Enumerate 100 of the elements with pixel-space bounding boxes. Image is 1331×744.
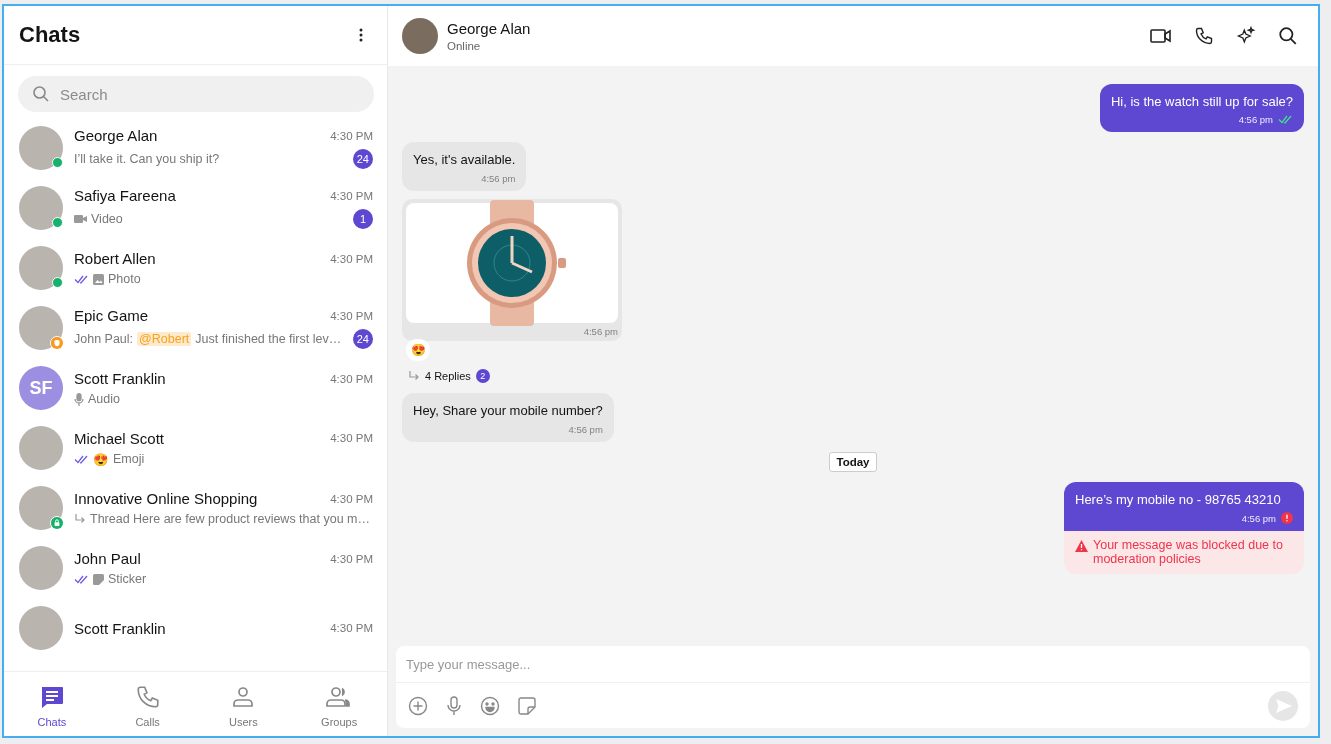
avatar-photo-placeholder bbox=[19, 306, 63, 350]
chat-list-item[interactable]: John Paul 4:30 PM Sticker bbox=[4, 538, 387, 598]
message-time: 4:30 PM bbox=[330, 309, 373, 322]
chat-list-item[interactable]: Epic Game 4:30 PM John Paul: @Robert Just finished the first lev… 24 bbox=[4, 298, 387, 358]
message-time: 4:56 pm bbox=[481, 173, 516, 184]
contact-name: Scott Franklin bbox=[74, 619, 166, 637]
microphone-button[interactable] bbox=[444, 693, 464, 718]
contact-name: Robert Allen bbox=[74, 250, 156, 267]
contact-name: John Paul bbox=[74, 550, 141, 567]
message-preview: Video bbox=[91, 212, 123, 226]
sticker-icon bbox=[518, 696, 536, 715]
message-preview: Audio bbox=[88, 392, 120, 406]
avatar-photo-placeholder bbox=[402, 18, 438, 54]
message-text: Yes, it's available. bbox=[413, 152, 516, 167]
chat-list-item[interactable]: George Alan 4:30 PM I’ll take it. Can you ship it? 24 bbox=[4, 118, 387, 178]
sparkle-icon bbox=[1236, 26, 1256, 46]
avatar-photo-placeholder bbox=[19, 486, 63, 530]
message-time: 4:30 PM bbox=[330, 432, 373, 444]
nav-tab[interactable]: Calls bbox=[99, 672, 196, 736]
contact-name: Scott Franklin bbox=[74, 370, 166, 387]
microphone-icon bbox=[74, 392, 84, 406]
sticker-button[interactable] bbox=[516, 694, 538, 717]
warning-icon bbox=[1075, 540, 1088, 552]
emoji: 😍 bbox=[93, 451, 109, 467]
date-separator: Today bbox=[829, 452, 877, 472]
online-status-dot bbox=[52, 157, 63, 168]
message-text: Here’s my mobile no - 98765 43210 bbox=[1075, 492, 1282, 507]
lock-icon bbox=[50, 516, 64, 530]
contact-name: Epic Game bbox=[74, 307, 149, 324]
search-icon bbox=[1278, 26, 1298, 46]
avatar-photo-placeholder bbox=[19, 606, 63, 650]
message-text: Hey, Share your mobile number? bbox=[413, 403, 603, 418]
nav-tab[interactable]: Users bbox=[195, 672, 292, 736]
reaction-emoji: 😍 bbox=[406, 339, 430, 361]
phone-icon bbox=[1194, 26, 1214, 46]
presence-status: Online bbox=[447, 40, 482, 52]
online-status-dot bbox=[52, 217, 63, 228]
avatar-photo-placeholder bbox=[19, 546, 63, 590]
contact-name: George Alan bbox=[447, 20, 532, 37]
contact-name: Safiya Fareena bbox=[74, 187, 176, 204]
search-input[interactable]: Search bbox=[58, 84, 360, 104]
message-preview: Thread Here are few product reviews that you m… bbox=[90, 512, 370, 526]
chat-list-item[interactable]: SF Scott Franklin 4:30 PM Audio bbox=[4, 358, 387, 418]
reply-arrow-icon bbox=[408, 370, 420, 382]
phone-icon bbox=[134, 684, 161, 710]
unread-count-badge: 24 bbox=[352, 149, 373, 169]
mention-tag: @Robert bbox=[137, 332, 192, 346]
message-preview: Sticker bbox=[108, 572, 147, 586]
blocked-message-notice: Your message was blocked due to moderation policies bbox=[1093, 538, 1284, 566]
chat-list-item[interactable]: Robert Allen 4:30 PM Photo bbox=[4, 238, 387, 298]
message-time: 4:30 PM bbox=[330, 129, 373, 142]
message-time: 4:30 PM bbox=[330, 372, 373, 385]
message-time: 4:30 PM bbox=[330, 189, 373, 202]
message-time: 4:56 pm bbox=[1238, 114, 1273, 125]
microphone-icon bbox=[446, 695, 462, 716]
smiley-icon bbox=[480, 695, 500, 716]
message-text: Hi, is the watch still up for sale? bbox=[1110, 94, 1293, 109]
chat-list-item[interactable]: Scott Franklin 4:30 PM bbox=[4, 598, 387, 658]
replies-link[interactable]: 4 Replies 2 bbox=[402, 363, 490, 383]
plus-icon bbox=[408, 695, 428, 716]
message-input[interactable]: Type your message... bbox=[406, 656, 1300, 672]
message-time: 4:30 PM bbox=[330, 492, 373, 505]
message-time: 4:56 pm bbox=[1241, 512, 1276, 524]
search-bar[interactable]: Search bbox=[18, 76, 374, 112]
chat-list-item[interactable]: Innovative Online Shopping 4:30 PM Thread Here are few product reviews that you m… bbox=[4, 478, 387, 538]
sticker-icon bbox=[93, 573, 104, 585]
nav-tab[interactable]: Chats bbox=[4, 672, 100, 736]
thread-arrow-icon bbox=[74, 513, 86, 525]
unread-count-badge: 24 bbox=[352, 329, 373, 349]
video-camera-icon bbox=[74, 214, 87, 224]
send-icon bbox=[1268, 690, 1298, 721]
contact-name: George Alan bbox=[74, 127, 158, 144]
message-field[interactable]: Type your message... bbox=[396, 646, 1310, 683]
message-time: 4:30 PM bbox=[330, 252, 373, 265]
image-icon bbox=[93, 273, 104, 285]
contact-name: Michael Scott bbox=[74, 429, 165, 447]
message-preview: Photo bbox=[108, 272, 141, 286]
video-camera-icon bbox=[1150, 26, 1172, 46]
message-time: 4:56 pm bbox=[568, 424, 603, 435]
reply-count-badge: 2 bbox=[475, 369, 490, 383]
chat-list-item[interactable]: Michael Scott 4:30 PM 😍 Emoji bbox=[4, 418, 387, 478]
nav-tab[interactable]: Groups bbox=[291, 672, 387, 736]
message-time: 4:56 pm bbox=[583, 326, 618, 337]
online-status-dot bbox=[52, 277, 63, 288]
sidebar-title: Chats bbox=[19, 22, 81, 48]
unread-count-badge: 1 bbox=[353, 209, 373, 229]
message-time: 4:30 PM bbox=[330, 552, 373, 565]
chat-list-item[interactable]: Safiya Fareena 4:30 PM Video 1 bbox=[4, 178, 387, 238]
message-preview: I’ll take it. Can you ship it? bbox=[74, 152, 220, 166]
message-preview: Just finished the first lev… bbox=[195, 332, 342, 346]
avatar-photo-placeholder bbox=[19, 246, 63, 290]
search-icon bbox=[32, 85, 50, 103]
avatar-photo-placeholder bbox=[19, 126, 63, 170]
avatar: SF bbox=[19, 366, 63, 410]
avatar-photo-placeholder bbox=[19, 186, 63, 230]
message-preview: Emoji bbox=[113, 452, 145, 466]
sender-name: John Paul: bbox=[74, 332, 134, 346]
message-time: 4:30 PM bbox=[330, 622, 373, 634]
contact-name: Innovative Online Shopping bbox=[74, 490, 258, 507]
shield-icon bbox=[50, 336, 64, 350]
